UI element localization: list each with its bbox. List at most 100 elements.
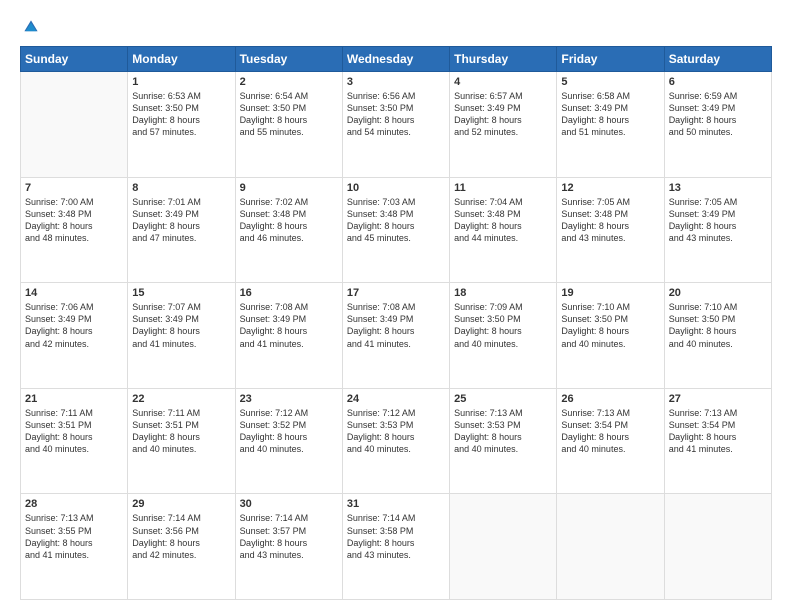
calendar-cell: 15 Sunrise: 7:07 AM Sunset: 3:49 PM Dayli…	[128, 283, 235, 389]
day-number: 23	[240, 393, 338, 405]
day-info: Sunrise: 6:53 AM Sunset: 3:50 PM Dayligh…	[132, 90, 230, 139]
calendar-cell: 13 Sunrise: 7:05 AM Sunset: 3:49 PM Dayli…	[664, 177, 771, 283]
calendar-cell: 8 Sunrise: 7:01 AM Sunset: 3:49 PM Daylig…	[128, 177, 235, 283]
calendar-cell: 26 Sunrise: 7:13 AM Sunset: 3:54 PM Dayli…	[557, 388, 664, 494]
calendar-cell	[21, 72, 128, 178]
day-header-thursday: Thursday	[450, 47, 557, 72]
calendar-cell: 23 Sunrise: 7:12 AM Sunset: 3:52 PM Dayli…	[235, 388, 342, 494]
day-info: Sunrise: 6:58 AM Sunset: 3:49 PM Dayligh…	[561, 90, 659, 139]
day-number: 9	[240, 182, 338, 194]
day-number: 12	[561, 182, 659, 194]
day-number: 15	[132, 287, 230, 299]
day-info: Sunrise: 7:12 AM Sunset: 3:53 PM Dayligh…	[347, 407, 445, 456]
logo-icon	[22, 18, 40, 36]
day-info: Sunrise: 7:05 AM Sunset: 3:48 PM Dayligh…	[561, 196, 659, 245]
day-info: Sunrise: 7:05 AM Sunset: 3:49 PM Dayligh…	[669, 196, 767, 245]
day-info: Sunrise: 7:08 AM Sunset: 3:49 PM Dayligh…	[347, 301, 445, 350]
day-info: Sunrise: 7:13 AM Sunset: 3:54 PM Dayligh…	[561, 407, 659, 456]
logo	[20, 18, 42, 36]
day-info: Sunrise: 7:10 AM Sunset: 3:50 PM Dayligh…	[669, 301, 767, 350]
day-number: 6	[669, 76, 767, 88]
calendar-cell: 22 Sunrise: 7:11 AM Sunset: 3:51 PM Dayli…	[128, 388, 235, 494]
day-number: 17	[347, 287, 445, 299]
calendar: SundayMondayTuesdayWednesdayThursdayFrid…	[20, 46, 772, 600]
calendar-cell: 4 Sunrise: 6:57 AM Sunset: 3:49 PM Daylig…	[450, 72, 557, 178]
day-info: Sunrise: 7:14 AM Sunset: 3:57 PM Dayligh…	[240, 512, 338, 561]
day-number: 22	[132, 393, 230, 405]
day-info: Sunrise: 7:01 AM Sunset: 3:49 PM Dayligh…	[132, 196, 230, 245]
day-info: Sunrise: 7:13 AM Sunset: 3:54 PM Dayligh…	[669, 407, 767, 456]
day-header-friday: Friday	[557, 47, 664, 72]
calendar-cell: 28Sunrise: 7:13 AM Sunset: 3:55 PM Dayli…	[21, 494, 128, 600]
day-info: Sunrise: 7:13 AM Sunset: 3:53 PM Dayligh…	[454, 407, 552, 456]
day-header-saturday: Saturday	[664, 47, 771, 72]
day-header-monday: Monday	[128, 47, 235, 72]
day-info: Sunrise: 6:56 AM Sunset: 3:50 PM Dayligh…	[347, 90, 445, 139]
calendar-week-row: 14 Sunrise: 7:06 AM Sunset: 3:49 PM Dayli…	[21, 283, 772, 389]
day-info: Sunrise: 7:11 AM Sunset: 3:51 PM Dayligh…	[25, 407, 123, 456]
calendar-cell: 29Sunrise: 7:14 AM Sunset: 3:56 PM Dayli…	[128, 494, 235, 600]
day-number: 24	[347, 393, 445, 405]
day-info: Sunrise: 7:09 AM Sunset: 3:50 PM Dayligh…	[454, 301, 552, 350]
day-header-sunday: Sunday	[21, 47, 128, 72]
day-number: 31	[347, 498, 445, 510]
day-number: 20	[669, 287, 767, 299]
day-info: Sunrise: 7:02 AM Sunset: 3:48 PM Dayligh…	[240, 196, 338, 245]
calendar-cell: 9 Sunrise: 7:02 AM Sunset: 3:48 PM Daylig…	[235, 177, 342, 283]
calendar-cell: 18 Sunrise: 7:09 AM Sunset: 3:50 PM Dayli…	[450, 283, 557, 389]
calendar-cell: 20 Sunrise: 7:10 AM Sunset: 3:50 PM Dayli…	[664, 283, 771, 389]
day-number: 5	[561, 76, 659, 88]
day-number: 7	[25, 182, 123, 194]
day-info: Sunrise: 7:06 AM Sunset: 3:49 PM Dayligh…	[25, 301, 123, 350]
day-number: 26	[561, 393, 659, 405]
calendar-cell: 25 Sunrise: 7:13 AM Sunset: 3:53 PM Dayli…	[450, 388, 557, 494]
day-number: 11	[454, 182, 552, 194]
day-info: Sunrise: 7:11 AM Sunset: 3:51 PM Dayligh…	[132, 407, 230, 456]
day-info: Sunrise: 7:12 AM Sunset: 3:52 PM Dayligh…	[240, 407, 338, 456]
calendar-cell: 7 Sunrise: 7:00 AM Sunset: 3:48 PM Daylig…	[21, 177, 128, 283]
day-number: 25	[454, 393, 552, 405]
calendar-cell: 24 Sunrise: 7:12 AM Sunset: 3:53 PM Dayli…	[342, 388, 449, 494]
day-number: 14	[25, 287, 123, 299]
calendar-cell	[557, 494, 664, 600]
day-number: 21	[25, 393, 123, 405]
calendar-cell	[450, 494, 557, 600]
day-number: 16	[240, 287, 338, 299]
day-number: 2	[240, 76, 338, 88]
day-number: 10	[347, 182, 445, 194]
day-number: 4	[454, 76, 552, 88]
day-info: Sunrise: 7:07 AM Sunset: 3:49 PM Dayligh…	[132, 301, 230, 350]
day-info: Sunrise: 7:13 AM Sunset: 3:55 PM Dayligh…	[25, 512, 123, 561]
calendar-week-row: 1Sunrise: 6:53 AM Sunset: 3:50 PM Daylig…	[21, 72, 772, 178]
calendar-cell: 27Sunrise: 7:13 AM Sunset: 3:54 PM Dayli…	[664, 388, 771, 494]
day-number: 19	[561, 287, 659, 299]
calendar-cell: 10 Sunrise: 7:03 AM Sunset: 3:48 PM Dayli…	[342, 177, 449, 283]
calendar-cell: 5 Sunrise: 6:58 AM Sunset: 3:49 PM Daylig…	[557, 72, 664, 178]
day-number: 13	[669, 182, 767, 194]
header	[20, 18, 772, 36]
calendar-week-row: 7 Sunrise: 7:00 AM Sunset: 3:48 PM Daylig…	[21, 177, 772, 283]
calendar-cell: 19 Sunrise: 7:10 AM Sunset: 3:50 PM Dayli…	[557, 283, 664, 389]
day-number: 3	[347, 76, 445, 88]
calendar-cell: 11Sunrise: 7:04 AM Sunset: 3:48 PM Dayli…	[450, 177, 557, 283]
day-info: Sunrise: 7:10 AM Sunset: 3:50 PM Dayligh…	[561, 301, 659, 350]
calendar-header-row: SundayMondayTuesdayWednesdayThursdayFrid…	[21, 47, 772, 72]
page: SundayMondayTuesdayWednesdayThursdayFrid…	[0, 0, 792, 612]
calendar-cell: 16 Sunrise: 7:08 AM Sunset: 3:49 PM Dayli…	[235, 283, 342, 389]
calendar-cell: 21 Sunrise: 7:11 AM Sunset: 3:51 PM Dayli…	[21, 388, 128, 494]
calendar-cell: 17 Sunrise: 7:08 AM Sunset: 3:49 PM Dayli…	[342, 283, 449, 389]
day-info: Sunrise: 7:03 AM Sunset: 3:48 PM Dayligh…	[347, 196, 445, 245]
day-info: Sunrise: 7:08 AM Sunset: 3:49 PM Dayligh…	[240, 301, 338, 350]
day-info: Sunrise: 7:00 AM Sunset: 3:48 PM Dayligh…	[25, 196, 123, 245]
calendar-cell: 3 Sunrise: 6:56 AM Sunset: 3:50 PM Daylig…	[342, 72, 449, 178]
day-info: Sunrise: 6:57 AM Sunset: 3:49 PM Dayligh…	[454, 90, 552, 139]
day-header-wednesday: Wednesday	[342, 47, 449, 72]
day-number: 8	[132, 182, 230, 194]
calendar-cell: 14 Sunrise: 7:06 AM Sunset: 3:49 PM Dayli…	[21, 283, 128, 389]
calendar-cell	[664, 494, 771, 600]
day-info: Sunrise: 6:59 AM Sunset: 3:49 PM Dayligh…	[669, 90, 767, 139]
day-number: 18	[454, 287, 552, 299]
calendar-cell: 30Sunrise: 7:14 AM Sunset: 3:57 PM Dayli…	[235, 494, 342, 600]
day-info: Sunrise: 7:14 AM Sunset: 3:56 PM Dayligh…	[132, 512, 230, 561]
calendar-cell: 12 Sunrise: 7:05 AM Sunset: 3:48 PM Dayli…	[557, 177, 664, 283]
